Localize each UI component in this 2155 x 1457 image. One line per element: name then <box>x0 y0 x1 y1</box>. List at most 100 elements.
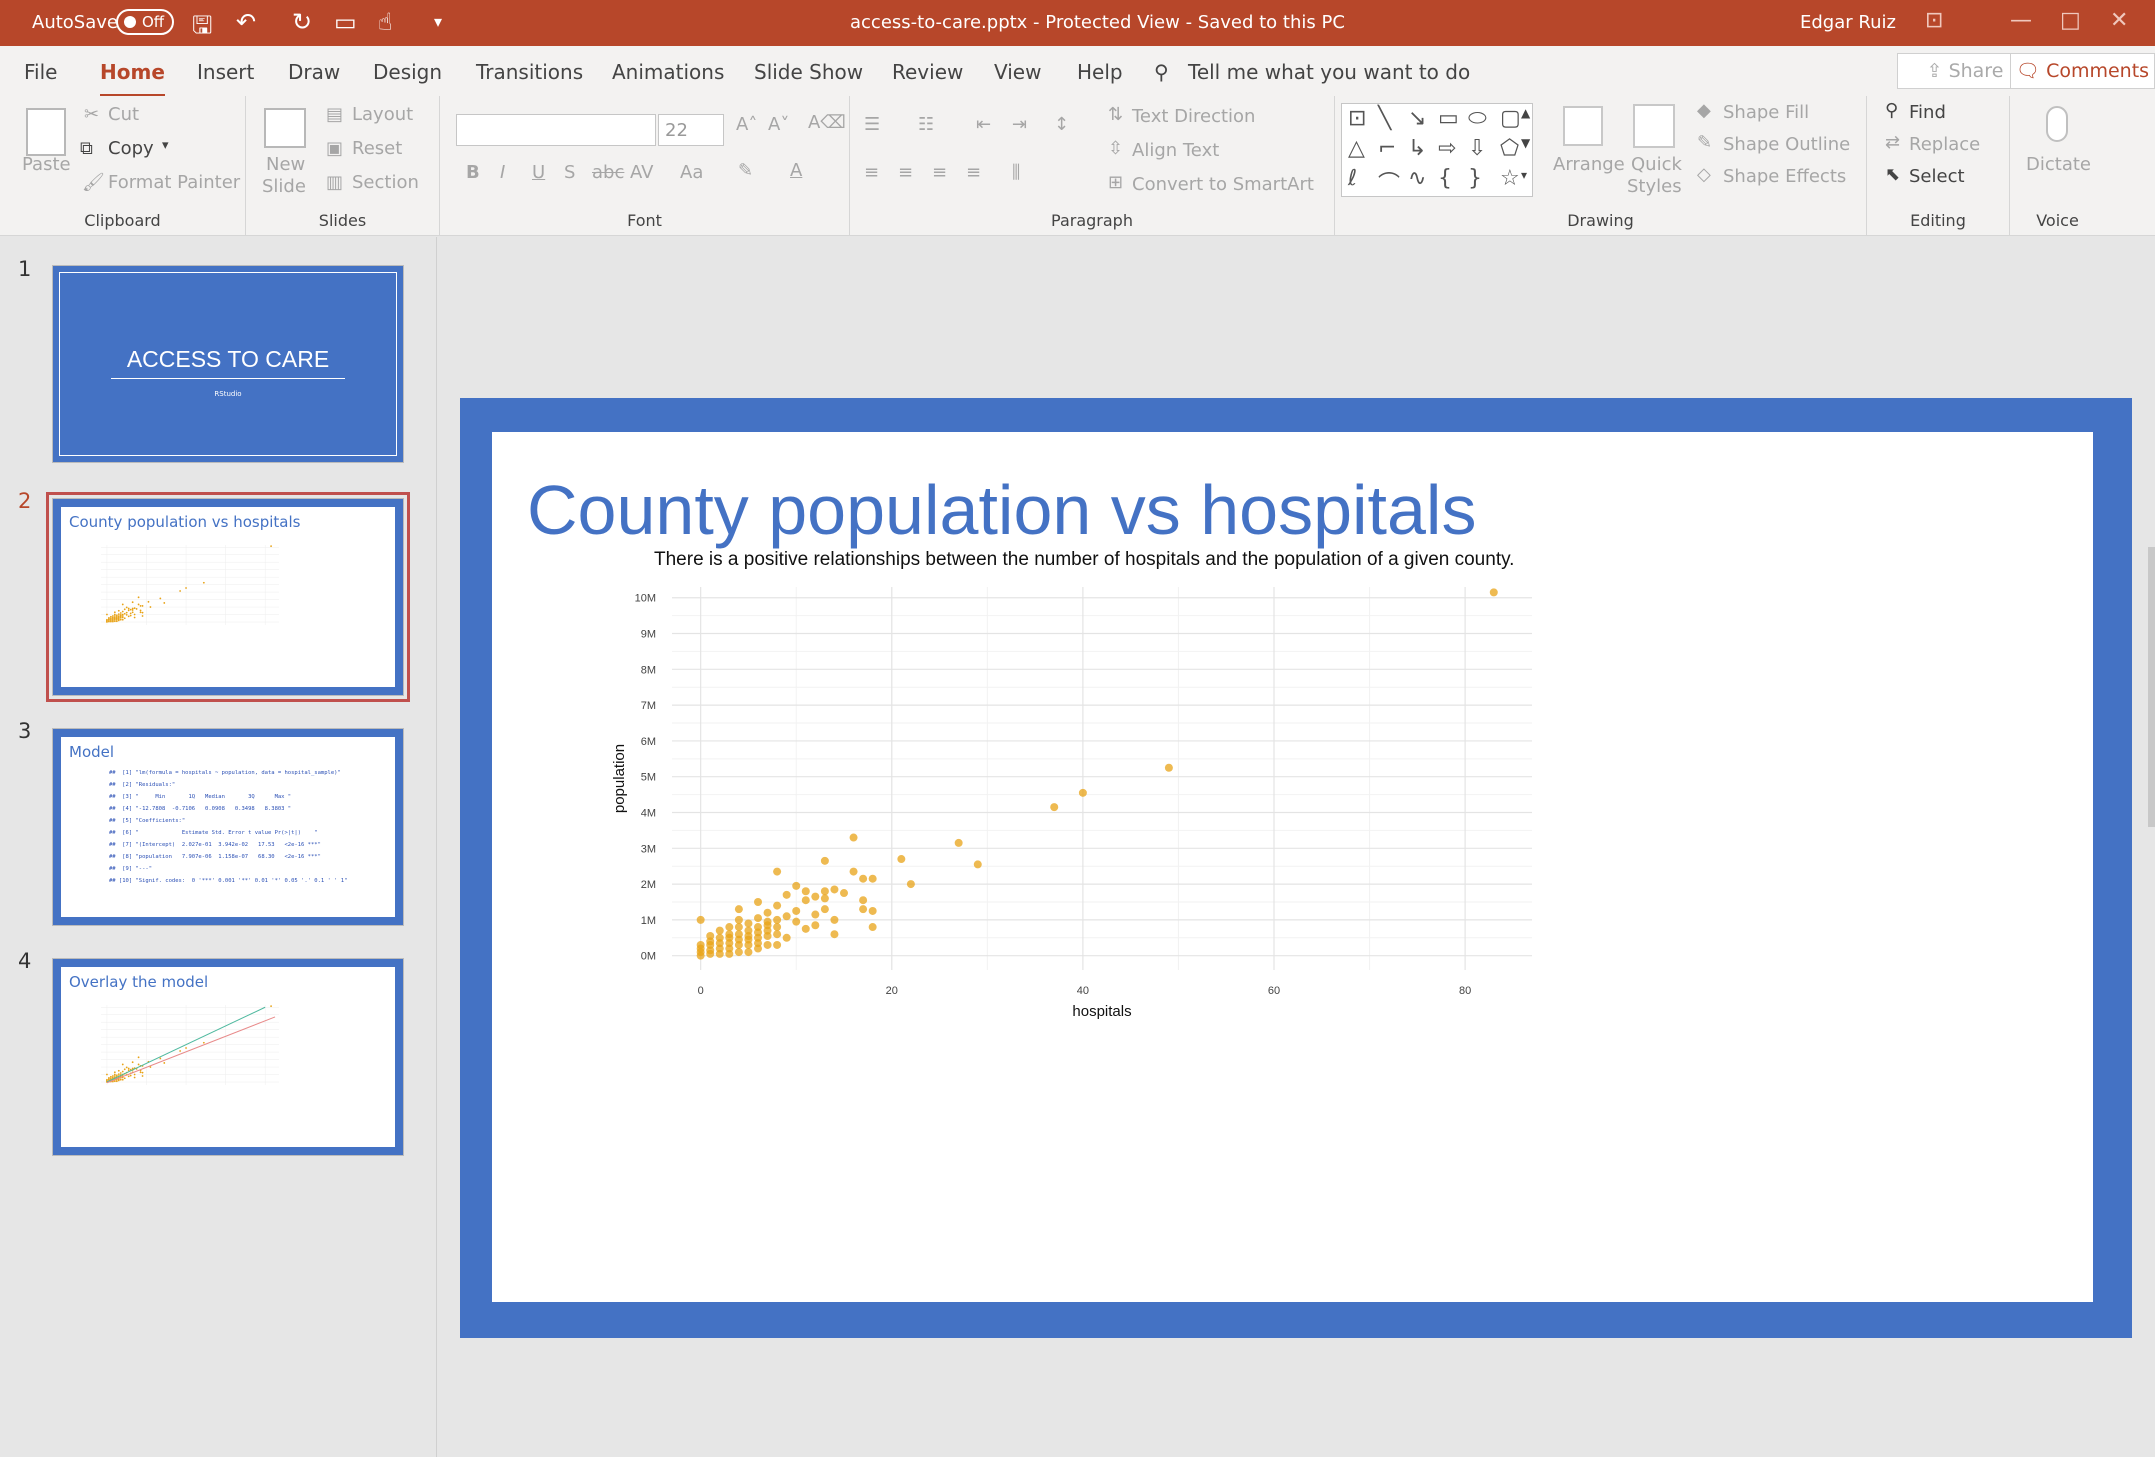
styles-label[interactable]: Styles <box>1627 176 1682 197</box>
find-icon[interactable]: ⚲ <box>1885 100 1898 121</box>
format-painter-icon[interactable]: 🖌 <box>82 172 105 193</box>
paste-button[interactable]: Paste <box>22 154 71 175</box>
text-direction-button[interactable]: Text Direction <box>1132 106 1255 127</box>
shadow-icon[interactable]: S <box>564 162 575 183</box>
text-direction-icon[interactable]: ⇅ <box>1108 104 1123 125</box>
scrollbar-thumb[interactable] <box>2148 547 2155 827</box>
change-case-button[interactable]: Aa <box>680 162 703 183</box>
thumbnail-slide-1[interactable]: ACCESS TO CARE RStudio <box>52 265 404 463</box>
tab-draw[interactable]: Draw <box>288 60 340 84</box>
line-spacing-icon[interactable]: ↕ <box>1054 114 1069 135</box>
select-icon[interactable]: ⬉ <box>1885 164 1900 185</box>
shape-effects-button[interactable]: Shape Effects <box>1723 166 1846 187</box>
justify-icon[interactable]: ≡ <box>966 162 981 183</box>
italic-icon[interactable]: I <box>500 162 505 183</box>
user-name[interactable]: Edgar Ruiz <box>1800 12 1896 33</box>
customize-qat-icon[interactable]: ▾ <box>434 12 442 31</box>
char-spacing-icon[interactable]: AV <box>630 162 653 183</box>
connector-shape-icon[interactable]: ⌐ <box>1378 136 1396 161</box>
right-brace-shape-icon[interactable]: } <box>1468 166 1482 191</box>
gallery-scroll-up-icon[interactable]: ▲ <box>1521 106 1530 120</box>
arc-shape-icon[interactable]: ⌒ <box>1378 166 1400 198</box>
elbow-shape-icon[interactable]: ↳ <box>1408 136 1426 161</box>
tell-me-search[interactable]: Tell me what you want to do <box>1188 60 1470 84</box>
font-name-input[interactable] <box>456 114 656 146</box>
smartart-icon[interactable]: ⊞ <box>1108 172 1123 193</box>
shape-effects-icon[interactable]: ◇ <box>1697 164 1711 185</box>
dictate-button[interactable]: Dictate <box>2026 154 2091 175</box>
bullets-icon[interactable]: ☰ <box>864 114 880 135</box>
cut-button[interactable]: Cut <box>108 104 139 125</box>
find-button[interactable]: Find <box>1909 102 1946 123</box>
select-button[interactable]: Select <box>1909 166 1965 187</box>
tab-animations[interactable]: Animations <box>612 60 724 84</box>
rectangle-shape-icon[interactable]: ▭ <box>1438 106 1459 131</box>
gallery-more-icon[interactable]: ▾ <box>1521 168 1527 182</box>
convert-smartart-button[interactable]: Convert to SmartArt <box>1132 174 1314 195</box>
shapes-gallery[interactable]: ⊡ ╲ ↘ ▭ ⬭ ▢ △ ⌐ ↳ ⇨ ⇩ ⬠ ℓ ⌒ ∿ { } ☆ <box>1341 103 1533 197</box>
tab-design[interactable]: Design <box>373 60 442 84</box>
align-text-icon[interactable]: ⇳ <box>1108 138 1123 159</box>
increase-font-icon[interactable]: A˄ <box>736 114 757 135</box>
copy-dropdown-icon[interactable]: ▾ <box>162 138 169 153</box>
redo-icon[interactable]: ↻ <box>292 8 312 36</box>
freeform-shape-icon[interactable]: ⬠ <box>1500 136 1519 161</box>
slide-canvas[interactable]: County population vs hospitals 0M 1M 2M 3M 4… <box>460 398 2132 1338</box>
copy-icon[interactable]: ⧉ <box>80 138 93 159</box>
right-arrow-shape-icon[interactable]: ⇨ <box>1438 136 1456 161</box>
tab-review[interactable]: Review <box>892 60 963 84</box>
strikethrough-icon[interactable]: abc <box>592 162 624 183</box>
align-text-button[interactable]: Align Text <box>1132 140 1219 161</box>
autosave-toggle[interactable]: Off <box>116 9 174 35</box>
save-icon[interactable]: 🖫 <box>192 8 212 49</box>
quick-styles-icon[interactable] <box>1633 104 1675 148</box>
layout-button[interactable]: Layout <box>352 104 413 125</box>
underline-icon[interactable]: U <box>532 162 545 183</box>
line-shape-icon[interactable]: ╲ <box>1378 106 1391 131</box>
increase-indent-icon[interactable]: ⇥ <box>1012 114 1027 135</box>
rounded-rect-shape-icon[interactable]: ▢ <box>1500 106 1521 131</box>
tab-view[interactable]: View <box>994 60 1041 84</box>
new-label[interactable]: New <box>266 154 305 175</box>
shape-outline-button[interactable]: Shape Outline <box>1723 134 1850 155</box>
shape-outline-icon[interactable]: ✎ <box>1697 132 1712 153</box>
tab-file[interactable]: File <box>24 60 57 84</box>
microphone-icon[interactable] <box>2046 106 2068 142</box>
maximize-icon[interactable]: □ <box>2060 8 2081 33</box>
present-icon[interactable]: ▭ <box>334 8 357 36</box>
copy-button[interactable]: Copy <box>108 138 154 159</box>
tab-insert[interactable]: Insert <box>197 60 254 84</box>
arrange-icon[interactable] <box>1563 106 1603 146</box>
thumbnail-slide-4[interactable]: Overlay the model <box>52 958 404 1156</box>
tab-transitions[interactable]: Transitions <box>476 60 583 84</box>
slide-label[interactable]: Slide <box>262 176 306 197</box>
thumbnail-slide-2[interactable]: County population vs hospitals <box>46 492 410 702</box>
tab-help[interactable]: Help <box>1077 60 1123 84</box>
font-color-icon[interactable]: A <box>790 160 802 181</box>
quick-label[interactable]: Quick <box>1631 154 1682 175</box>
triangle-shape-icon[interactable]: △ <box>1348 136 1365 161</box>
reset-button[interactable]: Reset <box>352 138 402 159</box>
shape-fill-button[interactable]: Shape Fill <box>1723 102 1809 123</box>
cut-icon[interactable]: ✂ <box>84 104 99 125</box>
numbering-icon[interactable]: ☷ <box>918 114 934 135</box>
decrease-font-icon[interactable]: A˅ <box>768 114 789 135</box>
scatter-plot[interactable]: 0M 1M 2M 3M 4M 5M 6M 7M 8M 9M 10M 0 20 40 60 80 There is… <box>492 432 2093 1302</box>
section-button[interactable]: Section <box>352 172 419 193</box>
thumbnail-slide-3[interactable]: Model ## [1] "lm(formula = hospitals ~ p… <box>52 728 404 926</box>
decrease-indent-icon[interactable]: ⇤ <box>976 114 991 135</box>
layout-icon[interactable]: ▤ <box>326 104 343 125</box>
gallery-scroll-down-icon[interactable]: ▼ <box>1521 136 1530 150</box>
close-icon[interactable]: ✕ <box>2110 8 2128 33</box>
tab-slide-show[interactable]: Slide Show <box>754 60 863 84</box>
align-left-icon[interactable]: ≡ <box>864 162 879 183</box>
ribbon-display-icon[interactable]: ⊡ <box>1925 8 1943 33</box>
new-slide-icon[interactable] <box>264 108 306 148</box>
down-arrow-shape-icon[interactable]: ⇩ <box>1468 136 1486 161</box>
minimize-icon[interactable]: — <box>2010 8 2032 33</box>
align-center-icon[interactable]: ≡ <box>898 162 913 183</box>
textbox-shape-icon[interactable]: ⊡ <box>1348 106 1366 131</box>
highlight-icon[interactable]: ✎ <box>738 160 753 181</box>
clear-formatting-icon[interactable]: A⌫ <box>808 112 846 133</box>
vertical-scrollbar[interactable] <box>2148 237 2155 1457</box>
